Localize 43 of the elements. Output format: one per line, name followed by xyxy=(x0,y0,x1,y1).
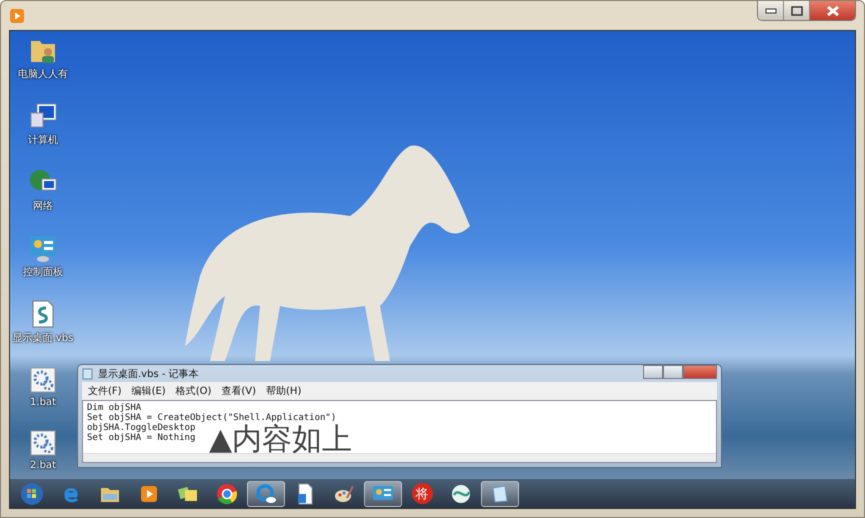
maximize-button[interactable] xyxy=(784,1,810,20)
taskbar-button[interactable]: 将 xyxy=(403,480,441,506)
notepad-icon xyxy=(82,368,93,380)
gears-file-icon[interactable] xyxy=(28,365,58,395)
code-line: Set objSHA = CreateObject("Shell.Application") xyxy=(87,413,338,423)
chess-piece-icon: 将 xyxy=(412,483,432,504)
code-line: Dim objSHA xyxy=(87,403,142,413)
code-line: objSHA.ToggleDesktop xyxy=(87,423,196,433)
close-icon xyxy=(826,6,840,16)
desktop-icon-label[interactable]: 计算机 xyxy=(28,133,58,147)
menu-item[interactable]: 编辑(E) xyxy=(132,384,166,398)
window-title: 显示桌面.vbs - 记事本 xyxy=(98,368,199,380)
swirl-icon xyxy=(450,482,472,504)
control-panel-icon[interactable] xyxy=(28,233,58,263)
notepad-icon xyxy=(490,484,510,504)
desktop-icon-label[interactable]: 控制面板 xyxy=(23,265,63,279)
menu-item[interactable]: 帮助(H) xyxy=(266,384,302,398)
taskbar-button[interactable] xyxy=(247,480,285,506)
desktop-icon-label[interactable]: 电脑人人有 xyxy=(18,67,68,81)
play-icon xyxy=(9,8,25,24)
desktop-icon-label[interactable]: 2.bat xyxy=(30,460,56,471)
minimize-icon xyxy=(764,8,776,14)
horizontal-scrollbar[interactable] xyxy=(83,453,716,462)
maximize-icon xyxy=(790,6,802,16)
menu-item[interactable]: 查看(V) xyxy=(221,384,256,398)
caption-text: ▲内容如上 xyxy=(209,423,352,457)
menu-item[interactable]: 格式(O) xyxy=(176,384,212,398)
cloud-icon xyxy=(255,482,277,504)
close-button[interactable] xyxy=(810,1,855,20)
palette-icon xyxy=(333,482,355,504)
code-line: Set objSHA = Nothing xyxy=(87,433,196,443)
gears-file-icon[interactable] xyxy=(28,428,58,458)
taskbar-button[interactable] xyxy=(481,480,519,506)
taskbar-button[interactable] xyxy=(364,480,402,506)
start-orb-icon xyxy=(20,482,44,506)
menu-item[interactable]: 文件(F) xyxy=(88,384,122,398)
text-editor[interactable]: Dim objSHA Set objSHA = CreateObject("Shell.Application") objSHA.ToggleDesktop Set objSHA = Nothing ▲内容如上 xyxy=(82,400,717,463)
desktop-icon-label[interactable]: 1.bat xyxy=(30,397,56,408)
document-icon xyxy=(296,482,314,504)
desktop-icon-label[interactable]: 网络 xyxy=(33,199,53,213)
minimize-button[interactable] xyxy=(758,1,784,20)
play-icon xyxy=(140,484,158,502)
chrome-icon xyxy=(216,482,238,504)
